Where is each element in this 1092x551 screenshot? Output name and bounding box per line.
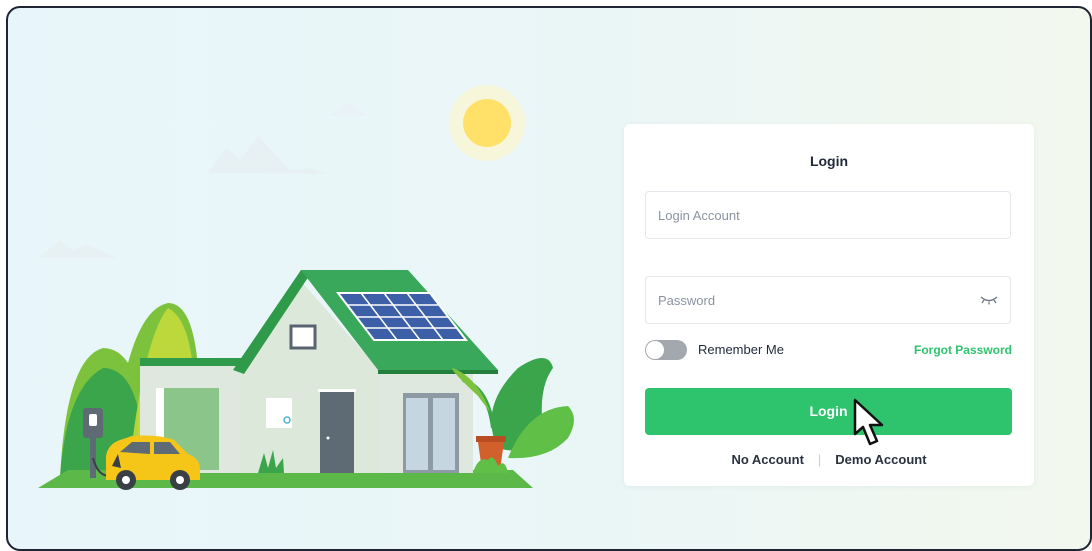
password-input[interactable]	[646, 277, 1010, 323]
login-card: Login Remember Me Forgot Password Login …	[624, 124, 1034, 486]
forgot-password-link[interactable]: Forgot Password	[914, 343, 1012, 357]
link-separator: |	[817, 452, 822, 467]
mouse-pointer-icon	[853, 398, 884, 446]
no-account-link[interactable]: No Account	[731, 452, 803, 467]
login-button[interactable]: Login	[645, 388, 1012, 435]
login-title: Login	[809, 153, 849, 169]
smart-home-illustration	[38, 85, 574, 490]
login-account-input[interactable]	[646, 192, 1010, 238]
remember-me-label: Remember Me	[698, 342, 784, 357]
login-account-field[interactable]	[645, 191, 1011, 239]
app-window: Login Remember Me Forgot Password Login …	[6, 6, 1092, 551]
toggle-knob	[646, 341, 664, 359]
eye-closed-icon[interactable]	[980, 294, 998, 306]
account-links: No Account | Demo Account	[624, 452, 1034, 467]
password-field[interactable]	[645, 276, 1011, 324]
demo-account-link[interactable]: Demo Account	[835, 452, 926, 467]
remember-me-toggle[interactable]	[645, 340, 687, 360]
